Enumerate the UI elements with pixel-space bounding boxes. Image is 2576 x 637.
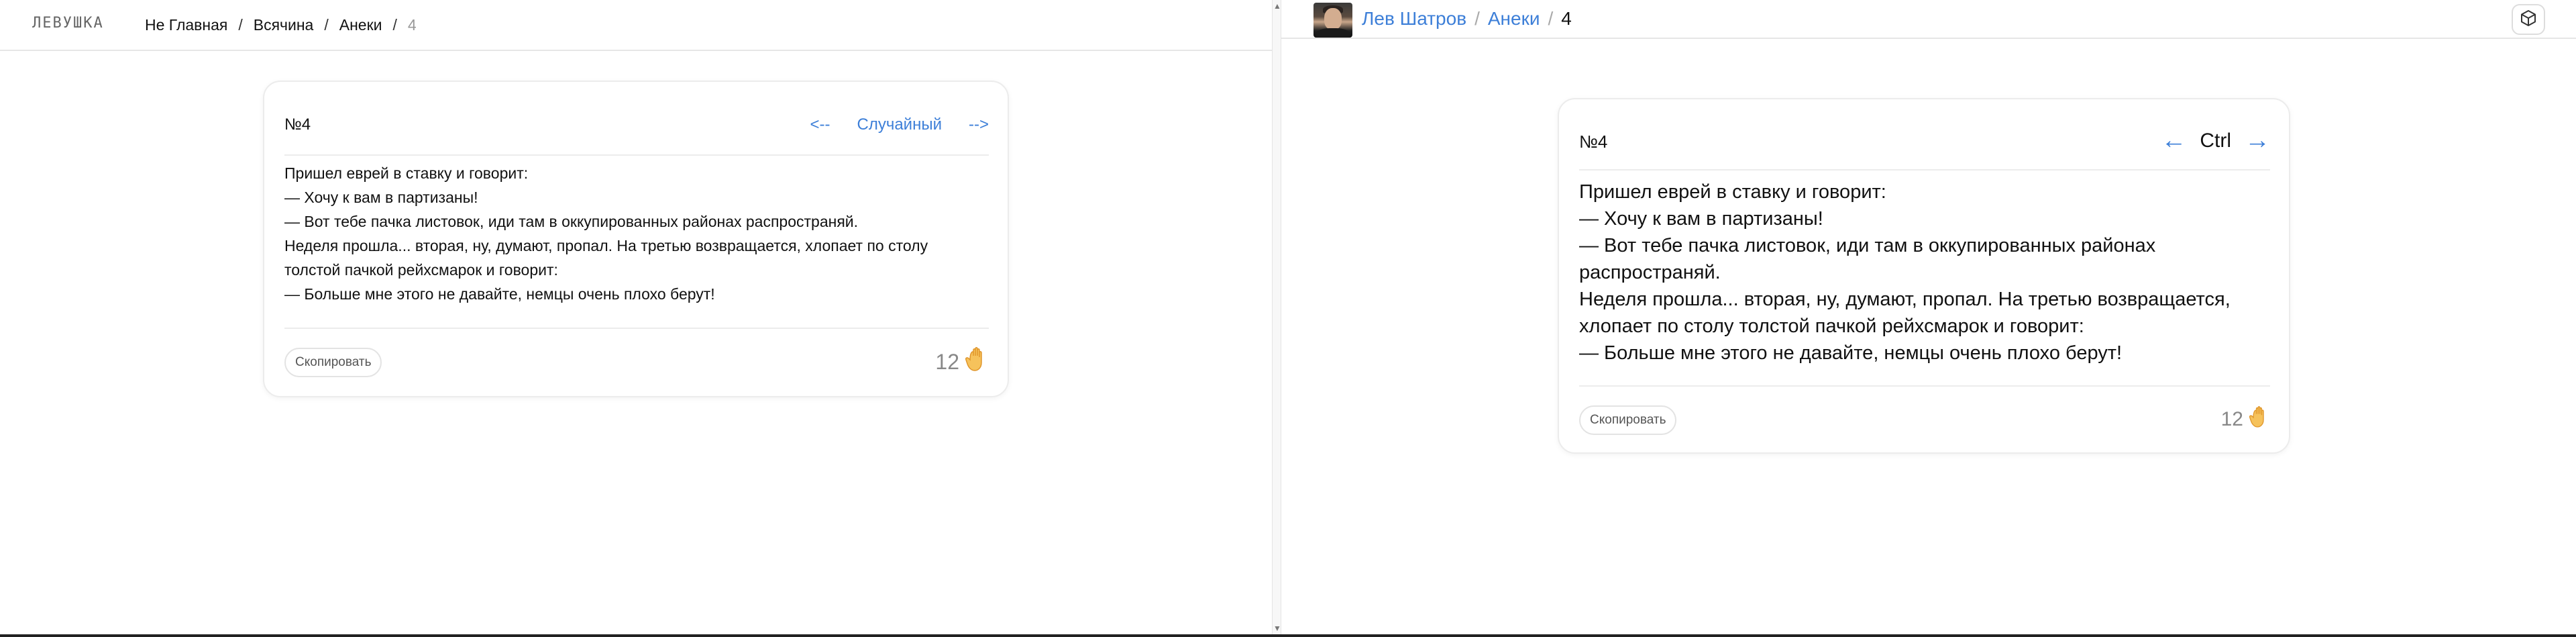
waving-hand-icon[interactable]: [965, 346, 987, 377]
breadcrumb-separator: /: [1474, 8, 1480, 29]
like-counter[interactable]: 12: [2221, 405, 2269, 434]
joke-number: №4: [284, 115, 311, 134]
joke-line: распространяй.: [1579, 262, 1721, 283]
next-arrow-icon[interactable]: →: [2245, 126, 2270, 155]
breadcrumb-separator: /: [392, 16, 397, 34]
joke-line: — Хочу к вам в партизаны!: [1579, 208, 1823, 230]
card-header: №4 <-- Случайный -->: [284, 102, 989, 156]
scroll-down-icon[interactable]: ▼: [1273, 624, 1281, 633]
card-header: №4 ← Ctrl →: [1579, 113, 2270, 170]
copy-button[interactable]: Скопировать: [284, 348, 382, 377]
cube-icon: [2519, 9, 2538, 31]
joke-card: №4 ← Ctrl → Пришел еврей в ставку и гово…: [1558, 98, 2290, 454]
card-divider: [284, 328, 989, 329]
site-logo[interactable]: ЛЕВУШКА: [32, 15, 104, 32]
copy-button[interactable]: Скопировать: [1579, 405, 1677, 435]
joke-line: — Вот тебе пачка листовок, иди там в окк…: [284, 213, 859, 230]
breadcrumb-separator: /: [238, 16, 243, 34]
joke-line: Неделя прошла... вторая, ну, думают, про…: [284, 237, 928, 254]
split-divider[interactable]: ▲ ▼: [1272, 0, 1281, 634]
like-count: 12: [935, 349, 959, 374]
like-count: 12: [2220, 408, 2243, 430]
breadcrumb-current: 4: [407, 16, 417, 34]
right-pane: Лев Шатров / Анеки / 4 №4 ← Ctrl → Прише…: [1281, 0, 2576, 634]
next-link[interactable]: -->: [969, 115, 989, 134]
breadcrumb: Не Главная / Всячина / Анеки / 4: [145, 16, 417, 34]
joke-line: — Больше мне этого не давайте, немцы оче…: [1579, 342, 2123, 364]
joke-text: Пришел еврей в ставку и говорит: — Хочу …: [1579, 179, 2270, 366]
breadcrumb-separator: /: [324, 16, 329, 34]
card-divider: [1579, 385, 2270, 387]
breadcrumb-current: 4: [1561, 8, 1572, 29]
breadcrumb: Лев Шатров / Анеки / 4: [1362, 8, 1572, 30]
joke-text: Пришел еврей в ставку и говорит: — Хочу …: [284, 161, 989, 306]
joke-number: №4: [1579, 132, 1608, 152]
breadcrumb-section[interactable]: Анеки: [1488, 8, 1540, 30]
breadcrumb-separator: /: [1548, 8, 1554, 29]
prev-arrow-icon[interactable]: ←: [2161, 126, 2186, 155]
joke-line: толстой пачкой рейхсмарок и говорит:: [284, 261, 558, 279]
scroll-up-icon[interactable]: ▲: [1273, 1, 1281, 11]
card-navigation: <-- Случайный -->: [810, 115, 989, 134]
breadcrumb-section[interactable]: Всячина: [254, 16, 314, 34]
random-link[interactable]: Случайный: [857, 115, 942, 134]
right-header: Лев Шатров / Анеки / 4: [1281, 0, 2576, 39]
breadcrumb-author[interactable]: Лев Шатров: [1362, 8, 1466, 30]
avatar[interactable]: [1313, 3, 1352, 38]
breadcrumb-subsection[interactable]: Анеки: [339, 16, 382, 34]
window-bottom-edge: [0, 634, 2576, 637]
joke-line: — Хочу к вам в партизаны!: [284, 189, 478, 206]
joke-line: — Вот тебе пачка листовок, иди там в окк…: [1579, 235, 2156, 256]
joke-line: — Больше мне этого не давайте, немцы оче…: [284, 285, 715, 303]
ctrl-hint: Ctrl: [2200, 129, 2231, 152]
joke-line: Пришел еврей в ставку и говорит:: [284, 164, 529, 182]
random-cube-button[interactable]: [2512, 4, 2545, 35]
breadcrumb-home[interactable]: Не Главная: [145, 16, 227, 34]
left-header: ЛЕВУШКА Не Главная / Всячина / Анеки / 4: [0, 0, 1272, 51]
joke-line: Пришел еврей в ставку и говорит:: [1579, 181, 1886, 203]
joke-card: №4 <-- Случайный --> Пришел еврей в став…: [263, 81, 1009, 397]
left-pane: ЛЕВУШКА Не Главная / Всячина / Анеки / 4…: [0, 0, 1272, 634]
waving-hand-icon[interactable]: [2249, 405, 2269, 434]
joke-line: Неделя прошла... вторая, ну, думают, про…: [1579, 289, 2231, 310]
like-counter[interactable]: 12: [935, 346, 987, 377]
prev-link[interactable]: <--: [810, 115, 830, 134]
card-navigation: ← Ctrl →: [2161, 126, 2270, 155]
joke-line: хлопает по столу толстой пачкой рейхсмар…: [1579, 315, 2084, 337]
